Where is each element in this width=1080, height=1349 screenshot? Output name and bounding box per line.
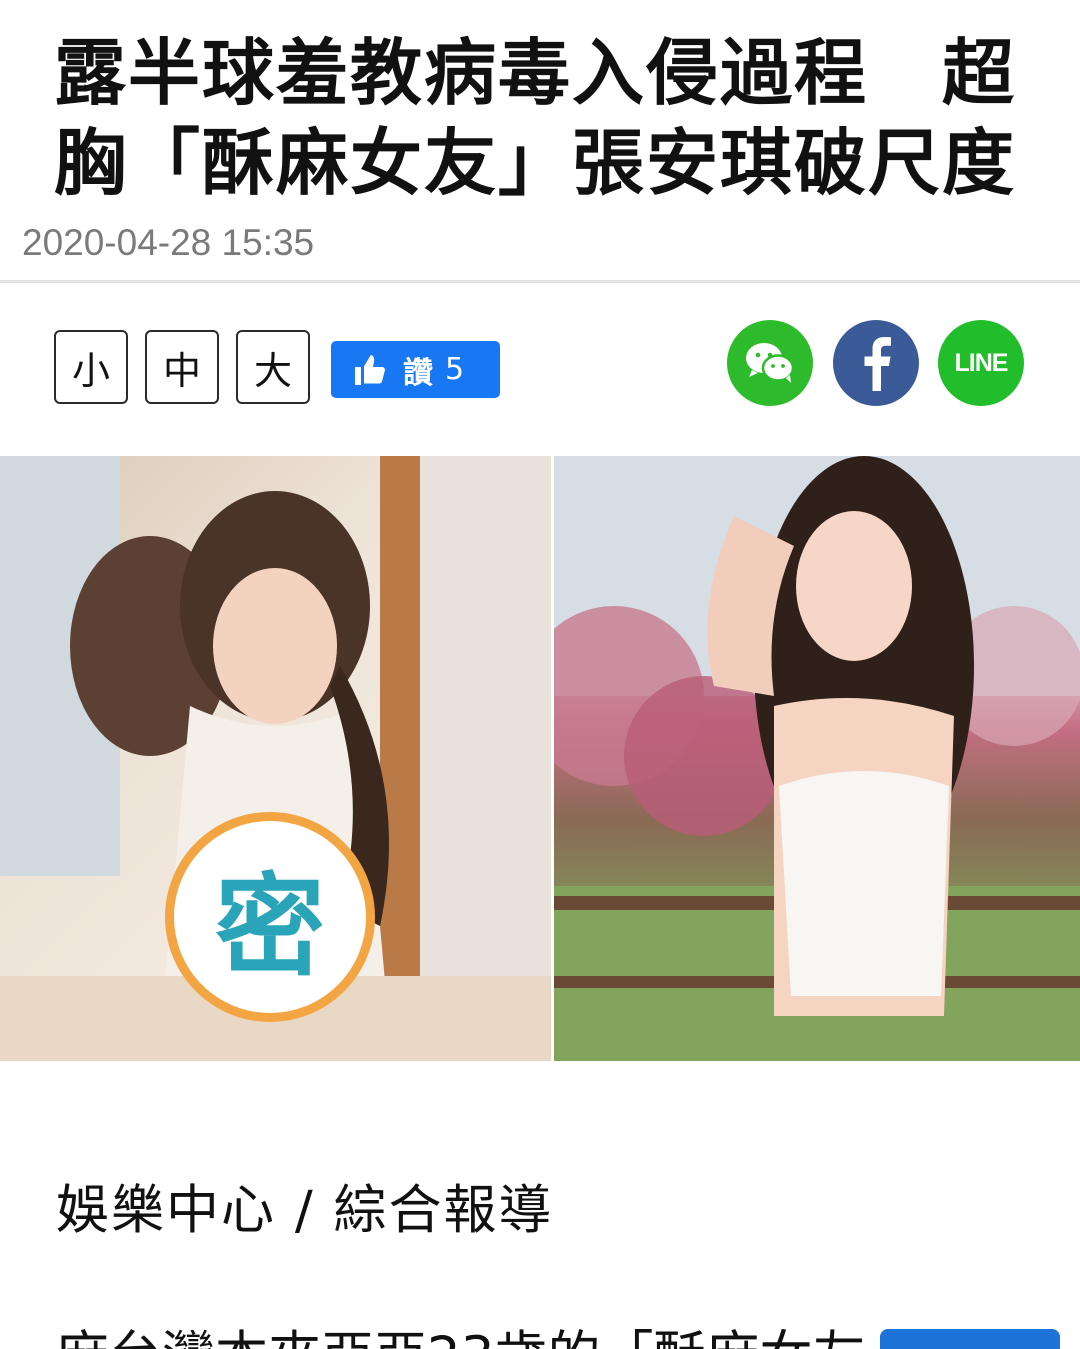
wechat-icon [746, 343, 795, 383]
like-label: 讚 [403, 355, 433, 391]
header-divider [0, 280, 1080, 283]
thumbs-up-icon [355, 354, 385, 385]
censor-mark: 密 [215, 863, 325, 991]
line-share-button[interactable]: LINE [938, 320, 1024, 406]
inline-tag-badge [880, 1329, 1060, 1349]
photo-right-scene [554, 456, 1080, 1061]
censor-badge: 密 [165, 812, 375, 1022]
article-page: 露半球羞教病毒入侵過程 超 胸「酥麻女友」張安琪破尺度 2020-04-28 1… [0, 0, 1080, 1349]
article-byline: 娛樂中心 / 綜合報導 [56, 1180, 554, 1241]
facebook-share-button[interactable] [833, 320, 919, 406]
font-size-large-button[interactable]: 大 [236, 330, 310, 404]
line-label: LINE [954, 348, 1009, 377]
article-title-line-1: 露半球羞教病毒入侵過程 超 [54, 31, 1017, 115]
article-title-line-2: 胸「酥麻女友」張安琪破尺度 [54, 121, 1017, 205]
article-body-first-line: 麻台灣本來亞亞23歲的「酥麻女友 [56, 1322, 866, 1349]
article-photo-right [554, 456, 1080, 1061]
facebook-f-icon [864, 337, 891, 391]
publish-timestamp: 2020-04-28 15:35 [22, 222, 315, 263]
font-size-medium-button[interactable]: 中 [145, 330, 219, 404]
font-size-small-button[interactable]: 小 [54, 330, 128, 404]
facebook-like-button[interactable]: 讚 5 [331, 341, 500, 398]
like-count: 5 [445, 352, 465, 387]
article-title: 露半球羞教病毒入侵過程 超 胸「酥麻女友」張安琪破尺度 [54, 28, 1014, 208]
wechat-share-button[interactable] [727, 320, 813, 406]
article-photo-left: 密 [0, 456, 551, 1061]
